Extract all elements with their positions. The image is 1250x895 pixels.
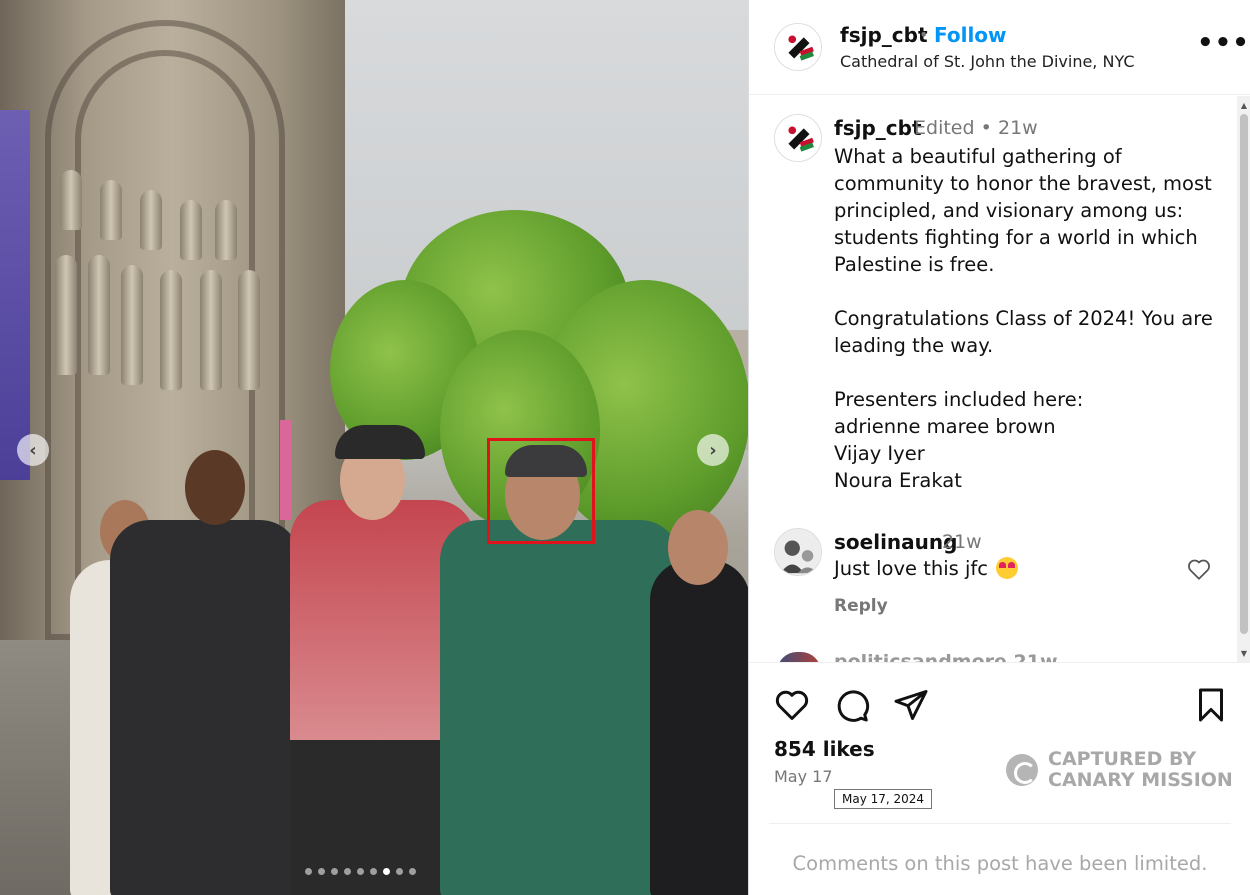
divider — [769, 823, 1231, 824]
post-photo[interactable]: ‹ › — [0, 0, 748, 895]
caption-line: What a beautiful gathering of — [834, 145, 1122, 168]
user-photo-icon — [775, 529, 821, 575]
caption-line: Vijay Iyer — [834, 442, 925, 465]
carousel-indicator — [305, 868, 416, 875]
carousel-dot — [344, 868, 351, 875]
comment-like-heart-icon[interactable] — [1186, 556, 1212, 582]
caption-line: leading the way. — [834, 334, 994, 357]
comment-body: Just love this jfc — [834, 557, 988, 580]
like-heart-icon[interactable] — [774, 687, 810, 723]
comments-scroll-area[interactable]: fsjp_cbt Edited • 21w What a beautiful g… — [749, 96, 1250, 662]
carousel-dot — [357, 868, 364, 875]
author-username[interactable]: fsjp_cbt — [840, 23, 928, 47]
scroll-up-arrow-icon[interactable]: ▲ — [1237, 98, 1250, 112]
next-comment-partial: politicsandmore 21w — [834, 651, 1058, 662]
watermark-line-2: CANARY MISSION — [1048, 769, 1233, 791]
author-avatar[interactable] — [774, 23, 822, 71]
caption-line — [834, 359, 1214, 386]
carousel-dot — [331, 868, 338, 875]
post-actions: 854 likes May 17 May 17, 2024 CAPTURED B… — [749, 662, 1250, 895]
watermark-line-1: CAPTURED BY — [1048, 748, 1197, 770]
chevron-right-icon: › — [709, 439, 717, 461]
carousel-dot-active — [383, 868, 390, 875]
carousel-dot — [370, 868, 377, 875]
save-bookmark-icon[interactable] — [1193, 687, 1229, 723]
instagram-post-viewer: ‹ › fsjp_cbt • Follow Cathedral of St. J… — [0, 0, 1250, 895]
canary-mission-watermark: CAPTURED BY CANARY MISSION — [1006, 749, 1233, 791]
caption-line — [834, 278, 1214, 305]
reply-button[interactable]: Reply — [834, 596, 888, 616]
caption-line: principled, and visionary among us: — [834, 199, 1184, 222]
caption-line: adrienne maree brown — [834, 415, 1056, 438]
scroll-down-arrow-icon[interactable]: ▼ — [1237, 646, 1250, 660]
commenter-username[interactable]: soelinaung — [834, 530, 957, 554]
caption-line: Presenters included here: — [834, 388, 1084, 411]
like-count[interactable]: 854 likes — [774, 737, 875, 761]
scrollbar[interactable]: ▲ ▼ — [1237, 96, 1250, 662]
carousel-dot — [318, 868, 325, 875]
caption-timestamp[interactable]: 21w — [998, 117, 1038, 139]
canary-mission-logo-icon — [1006, 754, 1038, 786]
follow-button[interactable]: Follow — [934, 23, 1007, 47]
carousel-next-button[interactable]: › — [697, 434, 729, 466]
post-date[interactable]: May 17 — [774, 767, 833, 786]
fist-logo-icon — [775, 24, 821, 70]
comment-timestamp[interactable]: 21w — [942, 531, 982, 553]
caption-line: students fighting for a world in which — [834, 226, 1198, 249]
post-location[interactable]: Cathedral of St. John the Divine, NYC — [840, 52, 1135, 71]
face-highlight-box — [487, 438, 595, 544]
heart-eyes-emoji-icon — [995, 557, 1018, 579]
commenter-avatar[interactable] — [774, 528, 822, 576]
caption-line: Noura Erakat — [834, 469, 962, 492]
carousel-dot — [396, 868, 403, 875]
caption-username[interactable]: fsjp_cbt — [834, 116, 922, 140]
date-tooltip: May 17, 2024 — [834, 789, 933, 809]
comments-limited-notice: Comments on this post have been limited. — [792, 852, 1208, 875]
caption-avatar[interactable] — [774, 114, 822, 162]
post-details-panel: fsjp_cbt • Follow Cathedral of St. John … — [748, 0, 1250, 895]
carousel-prev-button[interactable]: ‹ — [17, 434, 49, 466]
chevron-left-icon: ‹ — [29, 439, 37, 461]
next-commenter-avatar[interactable] — [777, 652, 821, 662]
edited-label: Edited • — [914, 117, 992, 139]
carousel-dot — [409, 868, 416, 875]
comment-bubble-icon[interactable] — [834, 687, 870, 723]
scrollbar-thumb[interactable] — [1240, 114, 1248, 634]
separator-dot: • — [919, 25, 929, 44]
share-send-icon[interactable] — [893, 687, 929, 723]
caption-text: What a beautiful gathering of community … — [834, 143, 1214, 494]
caption-line: Palestine is free. — [834, 253, 995, 276]
caption-line: Congratulations Class of 2024! You are — [834, 307, 1213, 330]
caption-line: community to honor the bravest, most — [834, 172, 1212, 195]
fist-logo-icon — [775, 115, 821, 161]
post-header: fsjp_cbt • Follow Cathedral of St. John … — [749, 0, 1250, 95]
comment-text: Just love this jfc — [834, 557, 1018, 580]
carousel-dot — [305, 868, 312, 875]
more-options-icon[interactable]: ••• — [1197, 28, 1250, 58]
purple-banner — [0, 110, 30, 480]
